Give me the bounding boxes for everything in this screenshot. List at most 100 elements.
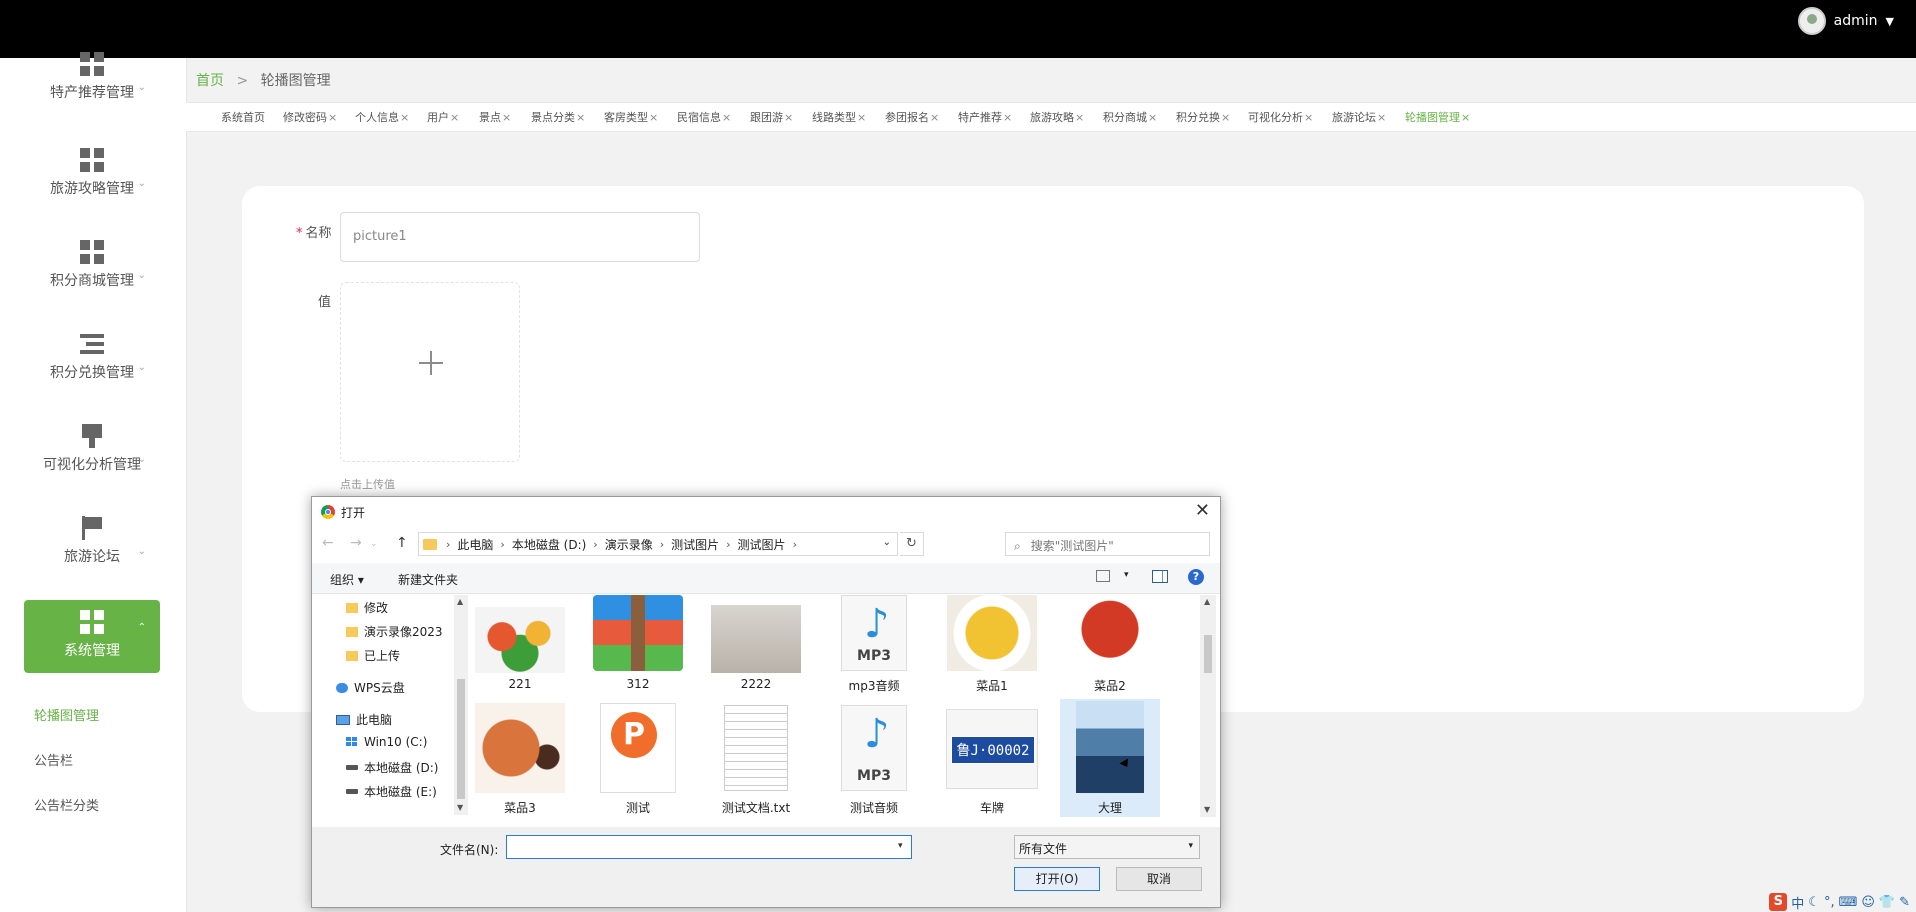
tab-specialty[interactable]: 特产推荐× bbox=[958, 109, 1012, 125]
tree-item[interactable]: 本地磁盘 (E:) bbox=[346, 783, 437, 800]
tab-room-type[interactable]: 客房类型× bbox=[604, 109, 658, 125]
sidebar-item-points-exchange[interactable]: 积分兑换管理 ⌄ bbox=[24, 332, 160, 406]
sidebar-item-specialty[interactable]: 特产推荐管理 ⌄ bbox=[24, 52, 160, 126]
sidebar-item-forum[interactable]: 旅游论坛 ⌄ bbox=[24, 516, 160, 590]
close-icon[interactable]: × bbox=[722, 111, 731, 124]
file-list-scrollbar[interactable]: ▲ ▼ bbox=[1200, 595, 1216, 817]
user-menu[interactable]: admin ▼ bbox=[1797, 7, 1894, 35]
submenu-item-notice[interactable]: 公告栏 bbox=[34, 750, 73, 769]
skin-icon[interactable]: 👕 bbox=[1879, 895, 1895, 910]
chevron-up-icon[interactable]: ▲ bbox=[1204, 597, 1210, 606]
tab-forum[interactable]: 旅游论坛× bbox=[1332, 109, 1386, 125]
close-icon[interactable]: × bbox=[1461, 111, 1470, 124]
file-type-select[interactable]: 所有文件 ▾ bbox=[1014, 835, 1200, 859]
avatar[interactable] bbox=[1797, 7, 1826, 35]
path-crumb[interactable]: 演示录像 bbox=[605, 536, 653, 553]
file-item[interactable]: ♪ MP3 mp3音频 bbox=[824, 595, 924, 695]
breadcrumb-home[interactable]: 首页 bbox=[196, 73, 224, 89]
scroll-thumb[interactable] bbox=[457, 679, 465, 799]
view-icon[interactable] bbox=[1096, 570, 1110, 582]
tree-item[interactable]: Win10 (C:) bbox=[346, 735, 427, 749]
keyboard-icon[interactable]: ⌨ bbox=[1839, 895, 1858, 910]
recent-dropdown-icon[interactable]: ⌄ bbox=[370, 539, 378, 549]
sogou-logo[interactable]: S bbox=[1769, 893, 1788, 911]
file-item[interactable]: 312 bbox=[588, 595, 688, 695]
punctuation-icon[interactable]: °, bbox=[1824, 895, 1835, 910]
tab-homestay[interactable]: 民宿信息× bbox=[677, 109, 731, 125]
file-item[interactable]: 221 bbox=[470, 595, 570, 695]
file-item[interactable]: 菜品3 bbox=[470, 699, 570, 817]
tab-registration[interactable]: 参团报名× bbox=[885, 109, 939, 125]
submenu-item-notice-category[interactable]: 公告栏分类 bbox=[34, 795, 99, 814]
path-crumb[interactable]: 测试图片 bbox=[738, 536, 786, 553]
tree-item[interactable]: 本地磁盘 (D:) bbox=[346, 759, 438, 776]
tab-scenic-category[interactable]: 景点分类× bbox=[531, 109, 585, 125]
refresh-icon[interactable]: ↻ bbox=[900, 532, 924, 556]
chevron-down-icon[interactable]: ▼ bbox=[1204, 805, 1210, 814]
file-item[interactable]: P 测试 bbox=[588, 699, 688, 817]
sidebar-item-system[interactable]: 系统管理 ⌃ bbox=[24, 600, 160, 673]
close-icon[interactable]: × bbox=[1003, 111, 1012, 124]
file-item[interactable]: 测试文档.txt bbox=[706, 699, 806, 817]
name-input[interactable]: picture1 bbox=[340, 212, 700, 262]
close-icon[interactable]: × bbox=[1221, 111, 1230, 124]
close-icon[interactable]: × bbox=[400, 111, 409, 124]
filename-input[interactable] bbox=[506, 835, 912, 859]
close-icon[interactable]: × bbox=[1148, 111, 1157, 124]
close-icon[interactable]: × bbox=[576, 111, 585, 124]
chevron-down-icon[interactable]: ▾ bbox=[898, 841, 903, 851]
tab-carousel[interactable]: 轮播图管理× bbox=[1405, 109, 1470, 125]
file-item[interactable]: 2222 bbox=[706, 595, 806, 695]
file-item[interactable]: ♪ MP3 测试音频 bbox=[824, 699, 924, 817]
tab-travel-guide[interactable]: 旅游攻略× bbox=[1030, 109, 1084, 125]
close-icon[interactable]: × bbox=[857, 111, 866, 124]
tab-points-mall[interactable]: 积分商城× bbox=[1103, 109, 1157, 125]
ime-mode[interactable]: 中 bbox=[1791, 893, 1804, 912]
wrench-icon[interactable]: ✎ bbox=[1899, 895, 1910, 910]
close-icon[interactable]: × bbox=[930, 111, 939, 124]
user-icon[interactable]: ☺ bbox=[1861, 895, 1875, 910]
tree-scrollbar[interactable]: ▲ ▼ bbox=[454, 595, 468, 815]
up-arrow-icon[interactable]: ↑ bbox=[396, 535, 408, 551]
submenu-item-carousel[interactable]: 轮播图管理 bbox=[34, 705, 99, 724]
tab-route-type[interactable]: 线路类型× bbox=[812, 109, 866, 125]
file-item-selected[interactable]: 大理 bbox=[1060, 699, 1160, 817]
close-icon[interactable]: × bbox=[784, 111, 793, 124]
tree-item[interactable]: 已上传 bbox=[346, 647, 400, 664]
sidebar-item-visual-analysis[interactable]: 可视化分析管理 ⌄ bbox=[24, 424, 160, 498]
moon-icon[interactable]: ☾ bbox=[1808, 895, 1820, 910]
search-input[interactable]: ⌕ 搜索"测试图片" bbox=[1005, 532, 1210, 556]
tree-item[interactable]: 此电脑 bbox=[336, 711, 392, 728]
forward-arrow-icon[interactable]: → bbox=[350, 535, 362, 551]
cancel-button[interactable]: 取消 bbox=[1116, 867, 1202, 891]
sidebar-item-travel-guide[interactable]: 旅游攻略管理 ⌄ bbox=[24, 148, 160, 222]
chevron-down-icon[interactable]: ▾ bbox=[1124, 570, 1129, 580]
address-bar[interactable]: › 此电脑 › 本地磁盘 (D:) › 演示录像 › 测试图片 › 测试图片 › ⌄ bbox=[418, 532, 898, 556]
scroll-thumb[interactable] bbox=[1204, 635, 1212, 673]
tree-item[interactable]: WPS云盘 bbox=[336, 679, 405, 696]
open-button[interactable]: 打开(O) bbox=[1014, 867, 1100, 891]
tab-points-exchange[interactable]: 积分兑换× bbox=[1176, 109, 1230, 125]
tree-item[interactable]: 修改 bbox=[346, 599, 388, 616]
path-crumb[interactable]: 本地磁盘 (D:) bbox=[512, 536, 586, 553]
help-icon[interactable]: ? bbox=[1188, 569, 1204, 585]
close-icon[interactable]: × bbox=[1075, 111, 1084, 124]
chevron-down-icon[interactable]: ▼ bbox=[457, 803, 463, 812]
close-icon[interactable]: × bbox=[1304, 111, 1313, 124]
new-folder-button[interactable]: 新建文件夹 bbox=[398, 571, 458, 588]
file-item[interactable]: 菜品1 bbox=[942, 595, 1042, 695]
preview-pane-icon[interactable] bbox=[1152, 570, 1168, 583]
close-icon[interactable]: × bbox=[649, 111, 658, 124]
close-icon[interactable]: × bbox=[450, 111, 459, 124]
tab-home[interactable]: 系统首页 bbox=[221, 109, 265, 125]
tab-change-password[interactable]: 修改密码× bbox=[283, 109, 337, 125]
file-item[interactable]: 鲁J·00002 车牌 bbox=[942, 699, 1042, 817]
tree-item[interactable]: 演示录像2023 bbox=[346, 623, 443, 640]
username[interactable]: admin bbox=[1834, 13, 1878, 29]
tab-profile[interactable]: 个人信息× bbox=[355, 109, 409, 125]
back-arrow-icon[interactable]: ← bbox=[322, 535, 334, 551]
close-icon[interactable]: × bbox=[328, 111, 337, 124]
close-icon[interactable]: ✕ bbox=[1195, 500, 1210, 521]
path-crumb[interactable]: 测试图片 bbox=[671, 536, 719, 553]
tab-users[interactable]: 用户× bbox=[427, 109, 459, 125]
